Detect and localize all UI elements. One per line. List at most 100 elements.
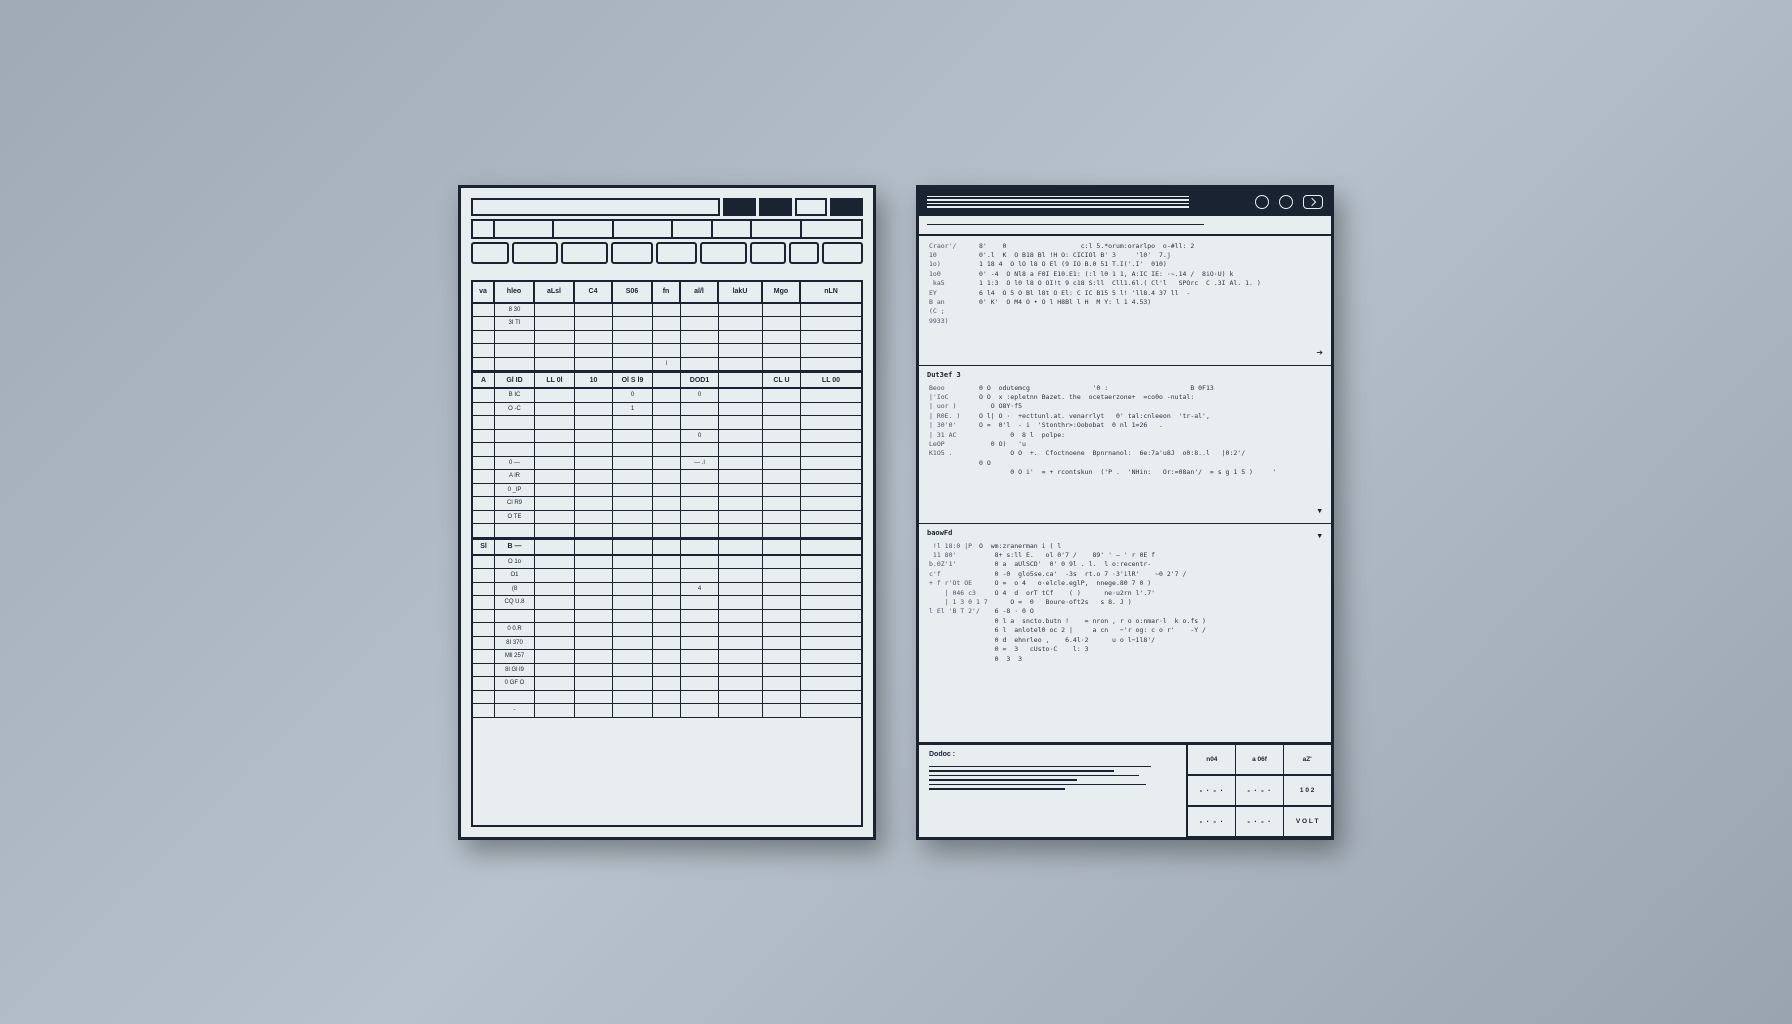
cell[interactable]	[495, 416, 535, 429]
toolbar-button[interactable]	[656, 242, 697, 264]
cell[interactable]: O TE	[495, 511, 535, 524]
cell[interactable]	[763, 556, 801, 569]
column-header[interactable]: va	[473, 282, 495, 302]
cell[interactable]	[653, 596, 681, 609]
cell[interactable]	[719, 637, 763, 650]
cell[interactable]	[613, 416, 653, 429]
cell[interactable]	[535, 650, 575, 663]
cell[interactable]: A	[473, 373, 495, 387]
toolbar-cell[interactable]	[713, 221, 753, 237]
cell[interactable]: A lR	[495, 470, 535, 483]
cell[interactable]	[535, 704, 575, 717]
toolbar-cell[interactable]	[752, 221, 801, 237]
cell[interactable]	[473, 304, 495, 317]
cell[interactable]: CQ U.8	[495, 596, 535, 609]
cell[interactable]	[681, 610, 719, 623]
cell[interactable]	[535, 443, 575, 456]
cell[interactable]: 10	[575, 373, 613, 387]
cell[interactable]	[613, 540, 653, 554]
cell[interactable]: LL 00	[801, 373, 861, 387]
cell[interactable]: 0	[681, 430, 719, 443]
cell[interactable]	[763, 389, 801, 402]
cell[interactable]	[763, 416, 801, 429]
table-row[interactable]: 8I 370	[473, 637, 861, 651]
cell[interactable]	[473, 596, 495, 609]
control-btn-1[interactable]	[723, 198, 756, 216]
cell[interactable]	[681, 650, 719, 663]
column-header[interactable]: aLsl	[535, 282, 575, 302]
cell[interactable]	[535, 457, 575, 470]
cell[interactable]	[653, 331, 681, 344]
cell[interactable]	[801, 331, 861, 344]
cell[interactable]	[575, 430, 613, 443]
cell[interactable]	[575, 623, 613, 636]
cell[interactable]	[575, 389, 613, 402]
table-row[interactable]: 8 30	[473, 304, 861, 318]
cell[interactable]	[535, 511, 575, 524]
cell[interactable]: 0 0.R	[495, 623, 535, 636]
cell[interactable]	[801, 704, 861, 717]
cell[interactable]	[613, 484, 653, 497]
cell[interactable]	[719, 457, 763, 470]
table-row[interactable]: 3I TI	[473, 317, 861, 331]
cell[interactable]	[495, 443, 535, 456]
keypad-button[interactable]: - · - ·	[1187, 774, 1236, 806]
keypad-button[interactable]: V O L T	[1283, 805, 1332, 837]
keypad-button[interactable]: - · - ·	[1187, 805, 1236, 837]
table-row[interactable]: Mll 257	[473, 650, 861, 664]
cell[interactable]: B —	[495, 540, 535, 554]
cell[interactable]	[575, 484, 613, 497]
table-row[interactable]	[473, 443, 861, 457]
cell[interactable]	[473, 457, 495, 470]
cell[interactable]: (8	[495, 583, 535, 596]
cell[interactable]	[681, 569, 719, 582]
cell[interactable]	[535, 610, 575, 623]
cell[interactable]	[653, 304, 681, 317]
toolbar-button[interactable]	[789, 242, 819, 264]
cell[interactable]	[763, 470, 801, 483]
table-row[interactable]: O -C1	[473, 403, 861, 417]
column-header[interactable]: nLN	[801, 282, 861, 302]
cell[interactable]: LL 0l	[535, 373, 575, 387]
cell[interactable]	[801, 389, 861, 402]
cell[interactable]	[801, 304, 861, 317]
cell[interactable]	[653, 344, 681, 357]
toolbar-cell[interactable]	[802, 221, 861, 237]
table-row[interactable]: -	[473, 704, 861, 718]
cell[interactable]	[719, 569, 763, 582]
cell[interactable]	[535, 416, 575, 429]
keypad-button[interactable]: aZ'	[1283, 744, 1332, 776]
cell[interactable]	[495, 610, 535, 623]
cell[interactable]	[473, 443, 495, 456]
cell[interactable]: 1	[613, 403, 653, 416]
cell[interactable]	[575, 650, 613, 663]
cell[interactable]	[801, 556, 861, 569]
cell[interactable]	[719, 403, 763, 416]
cell[interactable]	[763, 704, 801, 717]
cell[interactable]	[535, 403, 575, 416]
cell[interactable]	[613, 524, 653, 537]
cell[interactable]	[719, 596, 763, 609]
cell[interactable]	[681, 416, 719, 429]
cell[interactable]	[681, 623, 719, 636]
cell[interactable]	[653, 497, 681, 510]
cell[interactable]: 8I 370	[495, 637, 535, 650]
cell[interactable]	[653, 470, 681, 483]
cell[interactable]	[613, 344, 653, 357]
cell[interactable]	[653, 511, 681, 524]
cell[interactable]	[763, 511, 801, 524]
table-row[interactable]	[473, 416, 861, 430]
cell[interactable]	[575, 583, 613, 596]
cell[interactable]	[473, 331, 495, 344]
cell[interactable]	[495, 691, 535, 704]
cell[interactable]	[473, 704, 495, 717]
cell[interactable]: 0 GF O	[495, 677, 535, 690]
cell[interactable]	[613, 470, 653, 483]
cell[interactable]	[763, 497, 801, 510]
arrow-right-icon[interactable]: ➔	[1316, 345, 1323, 361]
cell[interactable]	[575, 304, 613, 317]
cell[interactable]	[653, 650, 681, 663]
cell[interactable]: -	[495, 704, 535, 717]
toolbar-cell[interactable]	[614, 221, 673, 237]
cell[interactable]	[719, 664, 763, 677]
